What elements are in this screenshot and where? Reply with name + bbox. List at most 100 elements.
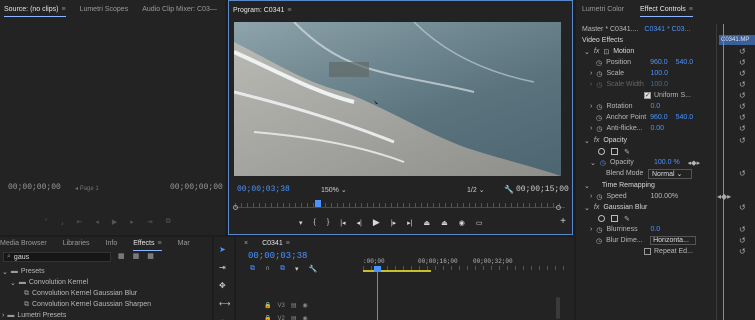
eye-icon[interactable]: ◉ [303,315,308,320]
step-forward-icon[interactable]: ▸ [130,218,134,226]
snap-icon[interactable]: ∩ [265,265,270,273]
tab-media-browser[interactable]: Media Browser [0,240,47,247]
reset-icon[interactable]: ↺ [739,236,747,245]
chevron-right-icon[interactable]: › [590,193,592,200]
reset-icon[interactable]: ↺ [739,91,747,100]
accelerated-effects-icon[interactable]: ▦ [118,252,125,260]
tab-lumetri-color[interactable]: Lumetri Color [582,6,624,13]
tree-item-presets[interactable]: ⌄ ▬ Presets [0,266,212,277]
lift-icon[interactable]: ⏏ [424,219,431,227]
blur-dimensions-select[interactable]: Horizonta... [650,236,697,245]
zoom-select[interactable]: 150% ⌄ [321,186,347,194]
reset-icon[interactable]: ↺ [739,47,747,56]
fx-icon[interactable]: fx [594,204,599,211]
add-button-icon[interactable]: + [560,216,566,227]
rotation-value[interactable]: 0.0 [650,103,660,110]
lock-icon[interactable]: 🔒 [264,302,271,309]
chevron-down-icon[interactable]: ⌄ [590,159,596,167]
blurriness-value[interactable]: 0.0 [650,226,660,233]
comparison-view-icon[interactable]: ▭ [476,219,483,227]
motion-transform-icon[interactable]: ⊡ [603,48,609,56]
rectangle-mask-icon[interactable] [611,215,618,222]
stopwatch-icon[interactable]: ◷ [596,226,602,234]
tab-audio-clip-mixer[interactable]: Audio Clip Mixer: C03— [142,6,217,13]
chevron-right-icon[interactable]: › [590,103,592,110]
chevron-down-icon[interactable]: ⌄ [584,137,590,145]
position-y-value[interactable]: 540.0 [676,59,694,66]
reset-icon[interactable]: ↺ [739,225,747,234]
tree-item-gaussian-sharpen[interactable]: ⧉ Convolution Kernel Gaussian Sharpen [0,299,212,310]
chevron-down-icon[interactable]: ⌄ [584,48,590,56]
gaussian-header[interactable]: ⌄ fx Gaussian Blur ↺ [576,202,755,213]
export-frame-icon[interactable]: ◉ [459,219,465,227]
tab-effect-controls[interactable]: Effect Controls ≡ [640,6,693,17]
track-select-tool-icon[interactable]: ⇥ [219,263,230,272]
tree-item-convolution-kernel[interactable]: ⌄ ▬ Convolution Kernel [0,277,212,288]
timeline-ruler[interactable]: :00;00 00;00;16;00 00;00;32;00 [363,256,568,274]
pen-mask-icon[interactable]: ✎ [624,148,630,156]
add-marker-icon[interactable]: ▾ [299,219,303,227]
reset-icon[interactable]: ↺ [739,102,747,111]
tab-menu-icon[interactable]: ≡ [61,6,65,13]
speed-value[interactable]: 100.00% [650,193,678,200]
insert-icon[interactable]: ⧉ [166,218,171,226]
motion-header[interactable]: ⌄ fx ⊡ Motion ↺ [576,46,755,57]
tab-libraries[interactable]: Libraries [63,240,90,247]
ripple-edit-tool-icon[interactable]: ✥ [219,281,230,290]
timeline-settings-icon[interactable]: 🔧 [309,265,318,273]
reset-icon[interactable]: ◂◆▸ [717,192,731,201]
stopwatch-icon[interactable]: ◷ [596,237,602,245]
position-x-value[interactable]: 960.0 [650,59,668,66]
ellipse-mask-icon[interactable] [598,148,605,155]
timeline-timecode[interactable]: 00;00;03;38 [248,251,307,261]
tree-item-gaussian-blur[interactable]: ⧉ Convolution Kernel Gaussian Blur [0,288,212,299]
scale-value[interactable]: 100.0 [650,70,668,77]
sequence-clip-label[interactable]: C0341 * C03... [644,26,690,33]
blend-mode-select[interactable]: Normal ⌄ [648,168,692,179]
tab-lumetri-scopes[interactable]: Lumetri Scopes [80,6,129,13]
tab-menu-icon[interactable]: ≡ [158,240,162,247]
lock-icon[interactable]: 🔒 [264,315,271,320]
antiflicker-value[interactable]: 0.00 [650,125,664,132]
mark-in-icon[interactable]: { [314,219,316,226]
repeat-edge-checkbox[interactable] [644,248,651,255]
fx-icon[interactable]: fx [594,48,599,55]
stopwatch-icon[interactable]: ◷ [596,59,602,67]
page-selector[interactable]: ◂ Page 1 [75,185,99,192]
uniform-scale-checkbox[interactable]: ✓ [644,92,651,99]
chevron-right-icon[interactable]: › [590,70,592,77]
chevron-right-icon[interactable]: › [590,81,592,88]
scrub-end-handle[interactable] [556,205,561,210]
tab-effects[interactable]: Effects ≡ [133,240,162,251]
extract-icon[interactable]: ⏏ [441,219,448,227]
tab-sequence[interactable]: C0341 ≡ [262,240,290,247]
go-to-in-icon[interactable]: ⇤ [76,218,82,226]
close-icon[interactable]: × [244,240,248,247]
yuv-effects-icon[interactable]: ▦ [147,252,154,260]
pen-mask-icon[interactable]: ✎ [624,215,630,223]
program-timecode-current[interactable]: 00;00;03;38 [237,185,290,194]
play-icon[interactable]: ▶ [373,217,380,228]
chevron-right-icon[interactable]: › [590,125,592,132]
stopwatch-icon[interactable]: ◷ [596,193,602,201]
step-forward-icon[interactable]: |▸ [391,219,396,227]
reset-icon[interactable]: ↺ [739,124,747,133]
go-to-in-icon[interactable]: |◂ [340,219,345,227]
32bit-effects-icon[interactable]: ▦ [133,252,140,260]
reset-icon[interactable]: ↺ [739,247,747,256]
effects-search[interactable]: ⌕ gaus [3,252,111,262]
tab-menu-icon[interactable]: ≡ [287,7,291,14]
source-timecode-current[interactable]: 00;00;00;00 [8,183,61,192]
stopwatch-icon[interactable]: ◷ [596,125,602,133]
search-input[interactable]: gaus [14,254,29,261]
stopwatch-active-icon[interactable]: ◷ [600,159,606,167]
mark-out-icon[interactable]: } [327,219,329,226]
playhead-marker[interactable] [315,200,321,207]
insert-overwrite-icon[interactable]: ⧉ [250,265,255,273]
tab-menu-icon[interactable]: ≡ [286,240,290,247]
chevron-right-icon[interactable]: › [590,226,592,233]
timeline-scrollbar[interactable] [556,297,560,319]
program-scrub-bar[interactable] [233,200,565,211]
anchor-y-value[interactable]: 540.0 [676,114,694,121]
chevron-down-icon[interactable]: ⌄ [584,182,590,190]
